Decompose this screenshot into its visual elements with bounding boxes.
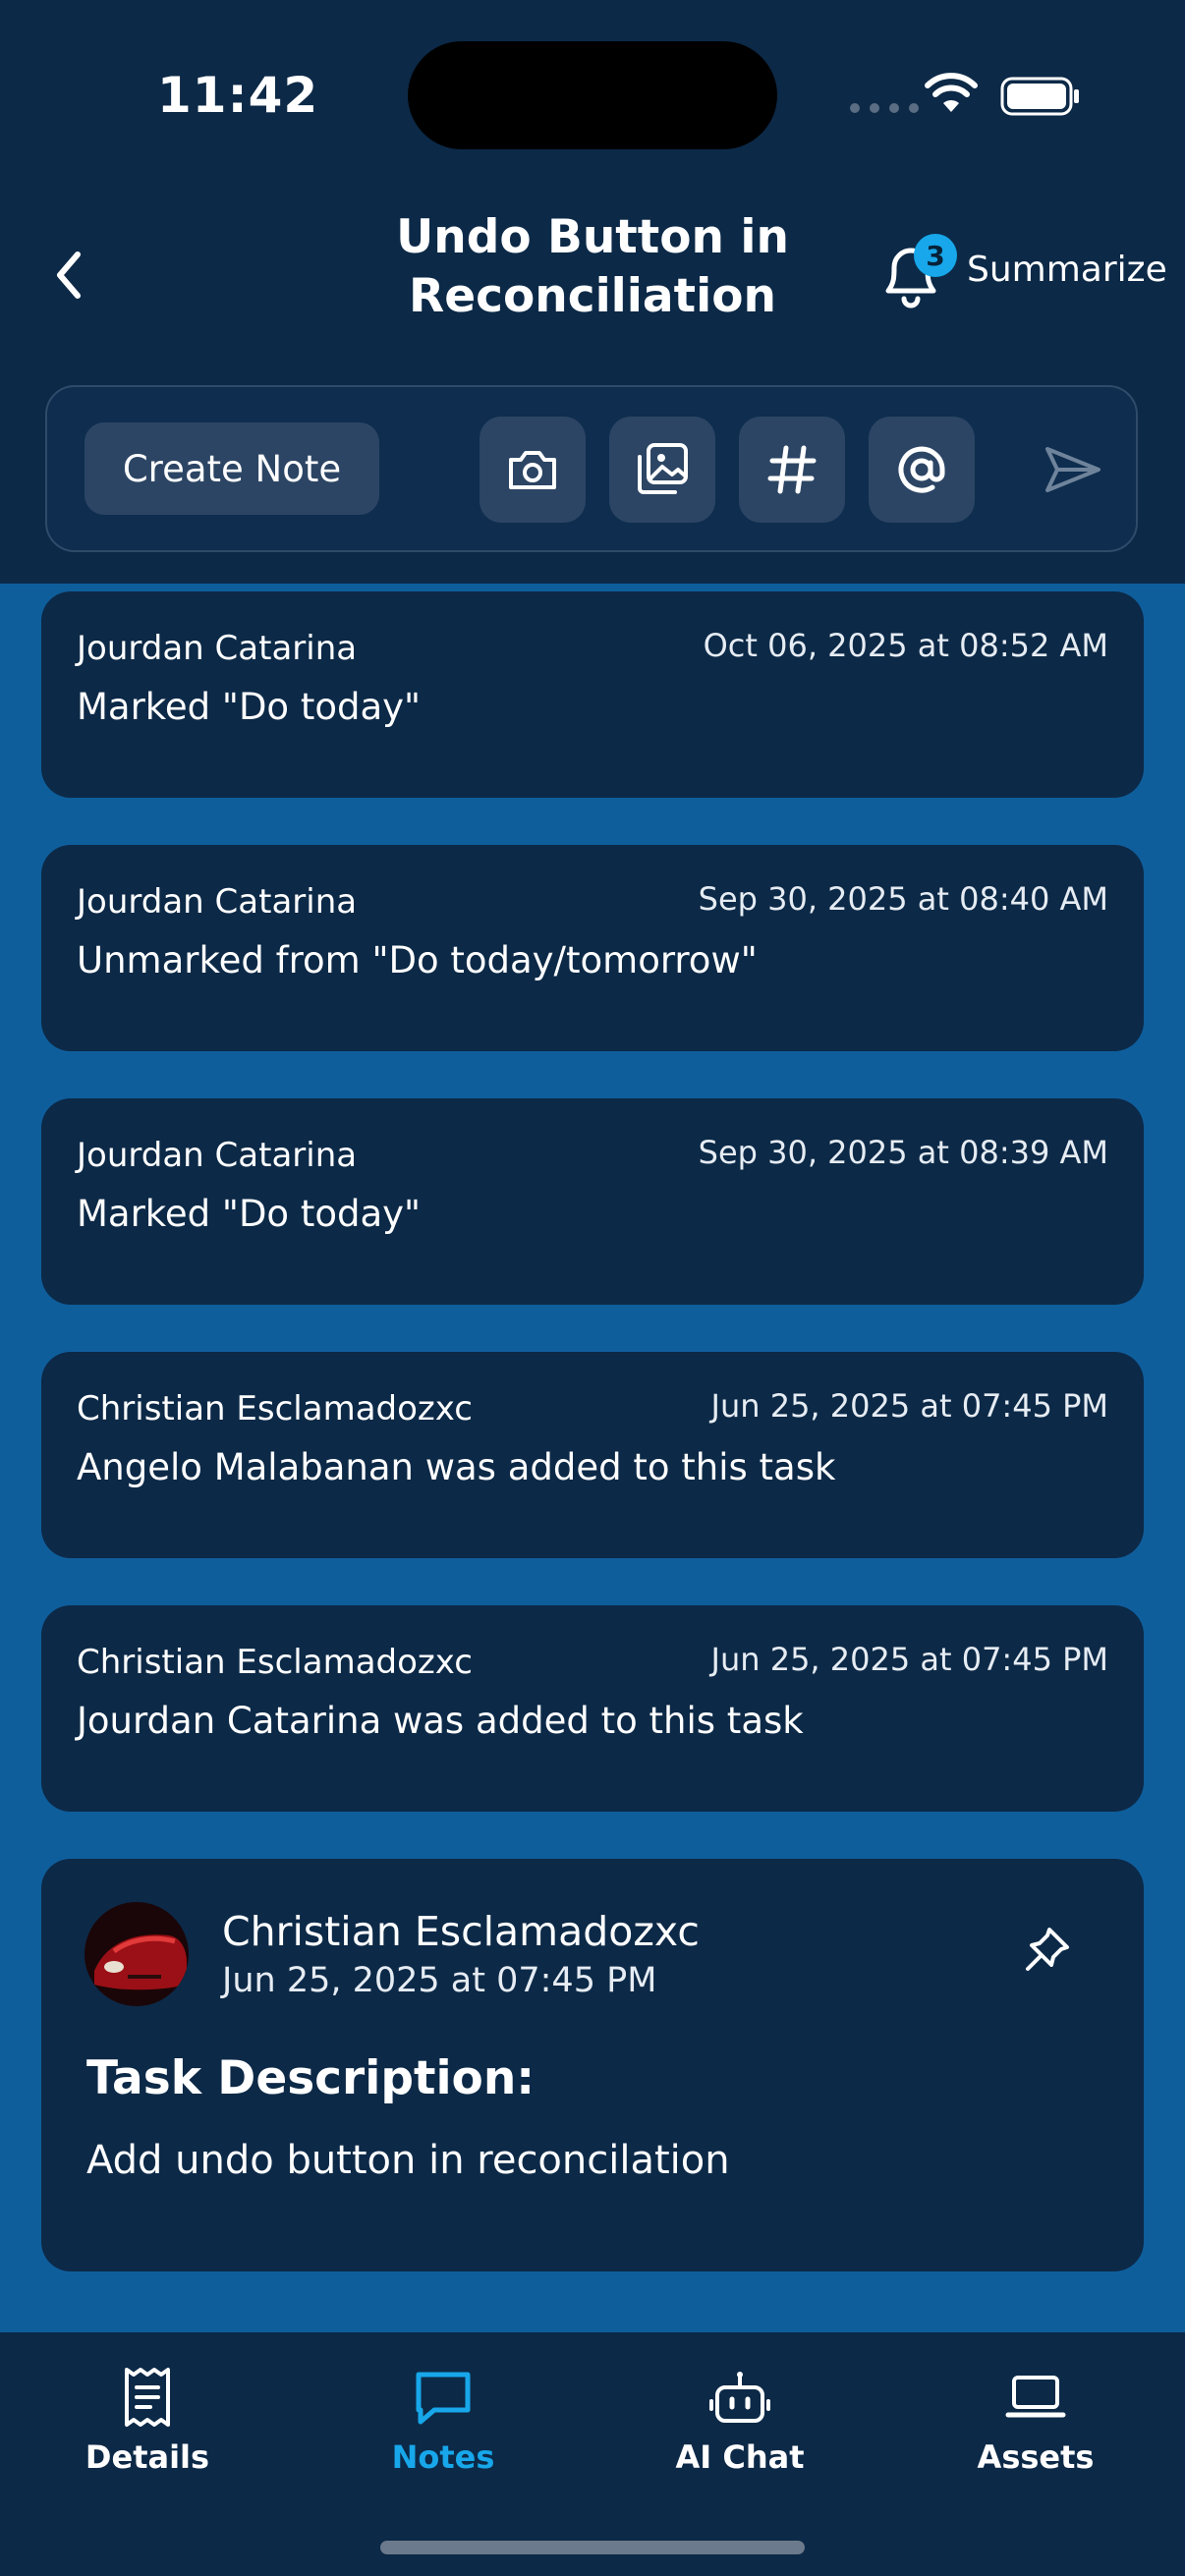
note-author: Jourdan Catarina [77, 629, 358, 668]
chevron-left-icon [57, 252, 81, 299]
note-author: Christian Esclamadozxc [77, 1389, 473, 1428]
wifi-icon [925, 73, 978, 112]
laptop-icon [1005, 2376, 1066, 2418]
tab-assets[interactable]: Assets [918, 2362, 1154, 2499]
note-date: Sep 30, 2025 at 08:40 AM [698, 880, 1108, 918]
create-note-button[interactable]: Create Note [85, 422, 379, 515]
description-heading: Task Description: [86, 2051, 536, 2105]
home-indicator [380, 2541, 805, 2554]
tab-notes[interactable]: Notes [325, 2362, 561, 2499]
camera-button[interactable] [480, 417, 586, 523]
send-button[interactable] [1020, 417, 1126, 523]
description-date: Jun 25, 2025 at 07:45 PM [222, 1961, 657, 2000]
tab-ai-chat[interactable]: AI Chat [622, 2362, 858, 2499]
note-text: Angelo Malabanan was added to this task [77, 1446, 836, 1488]
note-date: Jun 25, 2025 at 07:45 PM [710, 1641, 1108, 1678]
bottom-tab-bar: Details Notes AI Chat Assets [0, 2332, 1185, 2576]
note-text: Marked "Do today" [77, 1193, 422, 1235]
note-text: Unmarked from "Do today/tomorrow" [77, 939, 758, 981]
cellular-signal-icon [850, 103, 919, 113]
description-text: Add undo button in reconcilation [86, 2138, 730, 2183]
status-time: 11:42 [157, 67, 319, 124]
note-author: Jourdan Catarina [77, 1136, 358, 1175]
task-description-card: Christian Esclamadozxc Jun 25, 2025 at 0… [41, 1859, 1144, 2271]
activity-note: Jourdan Catarina Sep 30, 2025 at 08:39 A… [41, 1098, 1144, 1305]
activity-note: Christian Esclamadozxc Jun 25, 2025 at 0… [41, 1352, 1144, 1558]
page-title-line2: Reconciliation [409, 269, 776, 323]
pin-icon[interactable] [1020, 1922, 1075, 1977]
note-date: Sep 30, 2025 at 08:39 AM [698, 1134, 1108, 1171]
activity-note: Jourdan Catarina Sep 30, 2025 at 08:40 A… [41, 845, 1144, 1051]
note-text: Marked "Do today" [77, 686, 422, 728]
hashtag-button[interactable] [739, 417, 845, 523]
mention-button[interactable] [869, 417, 975, 523]
note-composer: Create Note [45, 385, 1138, 552]
tab-label: Details [85, 2438, 210, 2476]
tab-label: AI Chat [675, 2438, 805, 2476]
chat-bubble-icon [416, 2372, 471, 2425]
description-author: Christian Esclamadozxc [222, 1908, 700, 1955]
note-date: Jun 25, 2025 at 07:45 PM [710, 1387, 1108, 1425]
note-date: Oct 06, 2025 at 08:52 AM [703, 627, 1108, 664]
note-text: Jourdan Catarina was added to this task [77, 1700, 804, 1742]
camera-icon [509, 451, 556, 489]
note-author: Christian Esclamadozxc [77, 1643, 473, 1682]
image-gallery-icon [638, 443, 688, 494]
dynamic-island [408, 41, 777, 149]
tab-label: Assets [977, 2438, 1095, 2476]
app-header: 11:42 Undo Button in Reconciliation 3 Su… [0, 0, 1185, 584]
gallery-button[interactable] [609, 417, 715, 523]
robot-icon [709, 2372, 770, 2423]
battery-icon [1000, 77, 1079, 116]
notification-badge: 3 [914, 234, 957, 277]
receipt-icon [125, 2368, 170, 2427]
page-title-line1: Undo Button in [396, 210, 789, 264]
tab-details[interactable]: Details [29, 2362, 265, 2499]
send-icon [1045, 447, 1100, 492]
note-author: Jourdan Catarina [77, 882, 358, 922]
avatar [85, 1902, 189, 2006]
activity-note: Christian Esclamadozxc Jun 25, 2025 at 0… [41, 1605, 1144, 1812]
back-button[interactable] [39, 236, 98, 314]
tab-label: Notes [391, 2438, 495, 2476]
hashtag-icon [767, 445, 817, 494]
at-mention-icon [898, 446, 945, 493]
page-title: Undo Button in Reconciliation [314, 208, 871, 326]
summarize-button[interactable]: Summarize [967, 250, 1167, 290]
activity-note: Jourdan Catarina Oct 06, 2025 at 08:52 A… [41, 591, 1144, 798]
